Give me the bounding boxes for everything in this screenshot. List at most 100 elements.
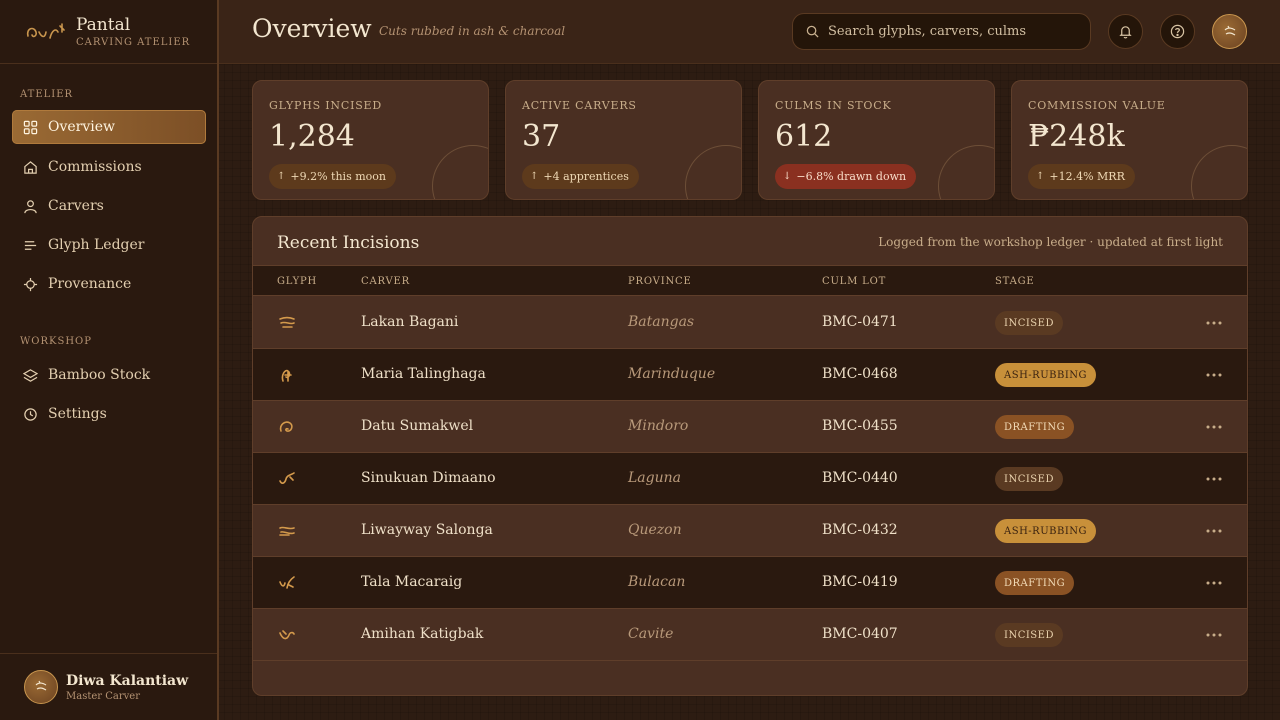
baybayin-glyph-icon xyxy=(279,576,295,589)
stat-delta: +4 apprentices xyxy=(543,170,629,183)
list-icon xyxy=(24,240,37,250)
carver-name: Maria Talinghaga xyxy=(361,366,486,382)
search-icon xyxy=(806,25,819,38)
more-options-icon[interactable] xyxy=(1203,624,1225,646)
stat-value: 37 xyxy=(522,119,561,154)
brand-logo-icon xyxy=(26,22,65,39)
more-options-icon[interactable] xyxy=(1203,572,1225,594)
culm-lot: BMC-0407 xyxy=(822,626,898,642)
carver-name: Liwayway Salonga xyxy=(361,522,493,538)
sidebar-item-commissions[interactable]: Commissions xyxy=(12,150,206,184)
sidebar-item-provenance[interactable]: Provenance xyxy=(12,267,206,301)
province: Quezon xyxy=(628,522,682,538)
sidebar-item-glyph-ledger[interactable]: Glyph Ledger xyxy=(12,228,206,262)
home-icon xyxy=(24,160,37,174)
grid-icon xyxy=(23,120,38,134)
search-box[interactable] xyxy=(792,13,1091,50)
baybayin-glyph-icon xyxy=(279,472,295,484)
header-avatar[interactable] xyxy=(1212,14,1247,49)
decorative-ring xyxy=(685,145,741,199)
bell-icon xyxy=(1119,26,1132,39)
notifications-button[interactable] xyxy=(1108,14,1143,49)
crosshair-icon xyxy=(23,277,38,291)
header: Overview Cuts rubbed in ash & charcoal xyxy=(219,0,1280,64)
sidebar: Pantal CARVING ATELIER ATELIER Overview … xyxy=(0,0,219,720)
province: Laguna xyxy=(628,470,681,486)
carver-name: Sinukuan Dimaano xyxy=(361,470,496,486)
decorative-ring xyxy=(432,145,488,199)
clock-icon xyxy=(24,407,37,421)
sidebar-item-label: Provenance xyxy=(48,276,132,292)
stat-card-culms: CULMS IN STOCK 612 ↓ −6.8% drawn down xyxy=(758,80,995,200)
stat-card-glyphs: GLYPHS INCISED 1,284 ↑ +9.2% this moon xyxy=(252,80,489,200)
sidebar-item-label: Settings xyxy=(48,406,107,422)
stage-badge: DRAFTING xyxy=(995,415,1075,439)
table-row[interactable]: Lakan Bagani Batangas BMC-0471 INCISED xyxy=(253,297,1247,349)
table-row[interactable]: Tala Macaraig Bulacan BMC-0419 DRAFTING xyxy=(253,557,1247,609)
baybayin-glyph-icon xyxy=(279,421,293,432)
table-row[interactable]: Liwayway Salonga Quezon BMC-0432 ASH-RUBBIN… xyxy=(253,505,1247,557)
recent-incisions-panel: Recent Incisions Logged from the worksho… xyxy=(252,216,1248,696)
stat-label: COMMISSION VALUE xyxy=(1028,99,1166,112)
carver-name: Lakan Bagani xyxy=(361,314,459,330)
table-row[interactable]: Sinukuan Dimaano Laguna BMC-0440 INCISED xyxy=(253,453,1247,505)
avatar xyxy=(24,670,58,704)
sidebar-item-label: Overview xyxy=(48,119,116,135)
sidebar-item-label: Bamboo Stock xyxy=(48,367,151,383)
table-row[interactable]: Amihan Katigbak Cavite BMC-0407 INCISED xyxy=(253,609,1247,661)
stat-value: ₱248k xyxy=(1028,119,1125,154)
brand-subtitle: CARVING ATELIER xyxy=(76,36,191,48)
stat-value: 612 xyxy=(775,119,833,154)
brand[interactable]: Pantal CARVING ATELIER xyxy=(0,0,217,64)
stat-delta: +12.4% MRR xyxy=(1049,170,1125,183)
sidebar-item-overview[interactable]: Overview xyxy=(12,110,206,144)
search-input[interactable] xyxy=(828,24,1078,39)
stat-delta: +9.2% this moon xyxy=(290,170,386,183)
stage-badge: ASH-RUBBING xyxy=(995,363,1097,387)
brand-name: Pantal xyxy=(76,14,131,35)
stage-badge: ASH-RUBBING xyxy=(995,519,1097,543)
province: Marinduque xyxy=(628,366,716,382)
more-options-icon[interactable] xyxy=(1203,468,1225,490)
sidebar-item-bamboo-stock[interactable]: Bamboo Stock xyxy=(12,358,206,392)
carver-name: Tala Macaraig xyxy=(361,574,463,590)
stat-label: GLYPHS INCISED xyxy=(269,99,382,112)
baybayin-glyph-icon xyxy=(279,526,295,536)
nav-section-atelier: ATELIER xyxy=(20,89,74,100)
help-button[interactable] xyxy=(1160,14,1195,49)
stat-delta-badge: ↑ +12.4% MRR xyxy=(1028,164,1135,189)
arrow-up-icon: ↑ xyxy=(1036,171,1045,182)
sidebar-item-label: Commissions xyxy=(48,159,142,175)
more-options-icon[interactable] xyxy=(1203,312,1225,334)
baybayin-glyph-icon xyxy=(279,630,295,640)
column-header-glyph: GLYPH xyxy=(277,276,318,287)
carver-name: Amihan Katigbak xyxy=(361,626,484,642)
more-options-icon[interactable] xyxy=(1203,364,1225,386)
arrow-up-icon: ↑ xyxy=(277,171,286,182)
page-subtitle: Cuts rubbed in ash & charcoal xyxy=(379,24,566,38)
column-header-province: PROVINCE xyxy=(628,276,692,287)
user-profile[interactable]: Diwa Kalantiaw Master Carver xyxy=(0,653,217,720)
culm-lot: BMC-0455 xyxy=(822,418,898,434)
province: Batangas xyxy=(628,314,695,330)
table-row[interactable]: Maria Talinghaga Marinduque BMC-0468 ASH-RU… xyxy=(253,349,1247,401)
stat-delta-badge: ↓ −6.8% drawn down xyxy=(775,164,917,189)
stat-delta-badge: ↑ +4 apprentices xyxy=(522,164,639,189)
sidebar-item-settings[interactable]: Settings xyxy=(12,397,206,431)
stat-card-carvers: ACTIVE CARVERS 37 ↑ +4 apprentices xyxy=(505,80,742,200)
more-options-icon[interactable] xyxy=(1203,416,1225,438)
more-options-icon[interactable] xyxy=(1203,520,1225,542)
sidebar-item-label: Carvers xyxy=(48,198,104,214)
culm-lot: BMC-0471 xyxy=(822,314,898,330)
stat-label: ACTIVE CARVERS xyxy=(522,99,637,112)
stat-delta: −6.8% drawn down xyxy=(796,170,907,183)
table-row[interactable]: Datu Sumakwel Mindoro BMC-0455 DRAFTING xyxy=(253,401,1247,453)
sidebar-item-carvers[interactable]: Carvers xyxy=(12,189,206,223)
culm-lot: BMC-0468 xyxy=(822,366,898,382)
column-header-culm-lot: CULM LOT xyxy=(822,276,887,287)
stat-delta-badge: ↑ +9.2% this moon xyxy=(269,164,396,189)
page-title: Overview xyxy=(252,14,372,43)
culm-lot: BMC-0432 xyxy=(822,522,898,538)
sidebar-item-label: Glyph Ledger xyxy=(48,237,145,253)
decorative-ring xyxy=(938,145,994,199)
